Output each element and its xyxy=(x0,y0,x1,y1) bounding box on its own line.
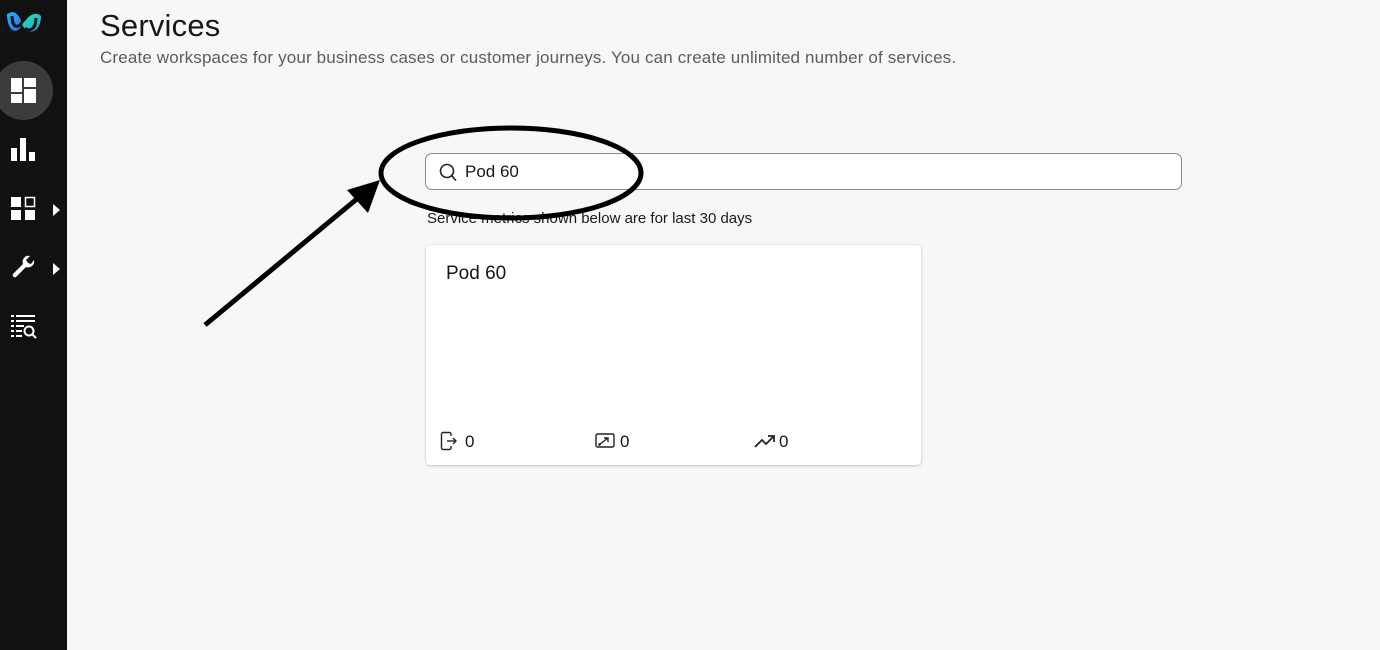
screen-share-icon xyxy=(595,433,615,448)
service-card[interactable]: Pod 60 0 0 0 xyxy=(426,245,921,465)
metric-screen-value: 0 xyxy=(620,432,630,451)
sidebar-item-apps[interactable] xyxy=(0,181,67,237)
sidebar-item-settings[interactable] xyxy=(0,240,67,296)
exit-icon xyxy=(440,431,457,451)
service-card-title: Pod 60 xyxy=(446,263,507,284)
search-field[interactable] xyxy=(425,153,1182,190)
bar-chart-icon xyxy=(11,138,35,161)
metrics-note: Service metrics shown below are for last… xyxy=(427,210,753,227)
search-icon xyxy=(439,163,457,182)
metric-exits-value: 0 xyxy=(465,432,475,451)
page-title: Services xyxy=(100,8,221,43)
submenu-caret-icon xyxy=(53,263,60,275)
wrench-icon xyxy=(12,255,35,278)
sidebar-item-search-list[interactable] xyxy=(0,300,67,356)
sidebar xyxy=(0,0,67,650)
list-search-icon xyxy=(11,315,37,339)
submenu-caret-icon xyxy=(53,204,60,216)
sidebar-item-analytics[interactable] xyxy=(0,122,67,178)
sidebar-item-dashboard[interactable] xyxy=(0,61,67,120)
dashboard-icon xyxy=(11,78,36,103)
search-input[interactable] xyxy=(465,157,1165,186)
metric-trend-value: 0 xyxy=(779,432,789,451)
annotation-arrow-head xyxy=(347,180,380,213)
apps-grid-icon xyxy=(11,196,36,220)
webex-logo xyxy=(7,12,41,32)
page-subtitle: Create workspaces for your business case… xyxy=(100,48,957,67)
trending-up-icon xyxy=(754,435,775,448)
annotation-arrow-shaft xyxy=(203,196,360,327)
